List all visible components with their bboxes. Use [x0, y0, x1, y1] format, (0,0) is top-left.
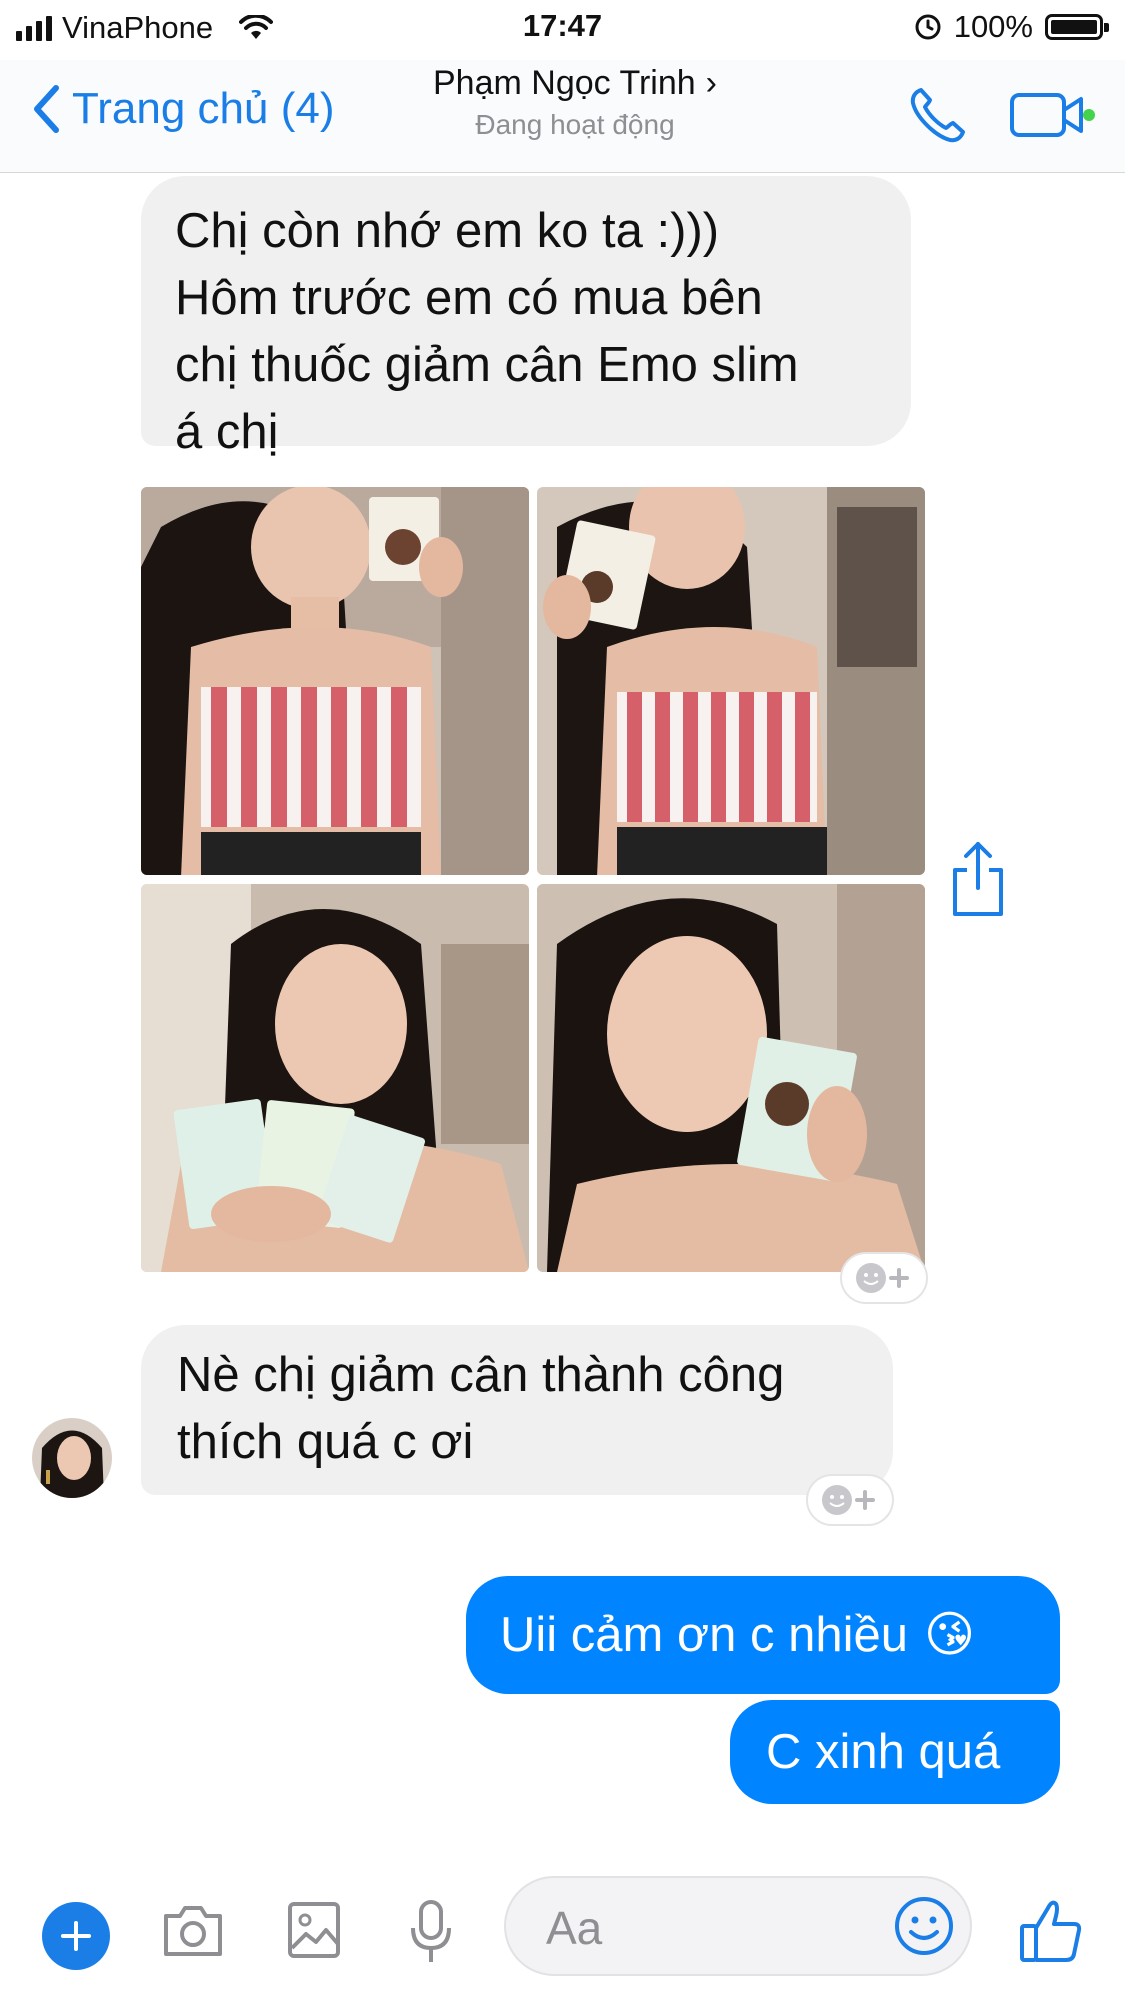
add-reaction-icon [856, 1263, 909, 1293]
camera-icon[interactable] [160, 1902, 226, 1960]
message-text: C xinh quá [766, 1724, 1001, 1779]
active-status-dot [1083, 109, 1095, 121]
alarm-lock-icon [915, 14, 941, 40]
battery-icon [1045, 14, 1109, 40]
contact-name: Phạm Ngọc Trinh [433, 64, 696, 102]
plus-icon [61, 1921, 91, 1951]
contact-status: Đang hoạt động [475, 109, 675, 140]
thumbs-up-icon[interactable] [1018, 1896, 1084, 1964]
status-right: 100% [914, 9, 1109, 45]
more-options-button[interactable] [42, 1902, 110, 1970]
avatar[interactable] [32, 1418, 112, 1498]
add-reaction-button[interactable] [840, 1252, 928, 1304]
emoji-icon[interactable] [892, 1894, 956, 1958]
chevron-right-icon: › [705, 64, 717, 102]
photo-attachment-grid [141, 487, 925, 1273]
gallery-icon[interactable] [286, 1900, 342, 1960]
battery-percent: 100% [953, 9, 1033, 44]
photo-attachment-4[interactable] [537, 884, 925, 1272]
phone-icon[interactable] [907, 84, 969, 146]
back-label: Trang chủ (4) [72, 84, 335, 133]
share-icon[interactable] [947, 840, 1009, 918]
message-text: Uii cảm ơn c nhiều [500, 1607, 908, 1662]
add-reaction-icon [822, 1485, 875, 1515]
video-icon [1010, 93, 1083, 137]
status-bar: VinaPhone 17:47 100% [0, 0, 1125, 60]
message-bubble-incoming[interactable]: Chị còn nhớ em ko ta :))) Hôm trước em c… [141, 176, 911, 459]
message-bubble-outgoing[interactable]: C xinh quá [730, 1700, 1060, 1804]
message-text: Nè chị giảm cân thành công thích quá c ơ… [177, 1348, 785, 1469]
back-button[interactable]: Trang chủ (4) [32, 84, 334, 134]
video-call-button[interactable] [1009, 90, 1095, 140]
photo-attachment-1[interactable] [141, 487, 529, 875]
microphone-icon[interactable] [408, 1898, 454, 1966]
add-reaction-button[interactable] [806, 1474, 894, 1526]
conversation-header: Trang chủ (4) Phạm Ngọc Trinh › Đang hoạt… [0, 60, 1125, 173]
back-chevron-icon [34, 85, 59, 133]
call-actions [907, 84, 1095, 146]
kissing-face-emoji: 😘 [923, 1607, 976, 1662]
message-input[interactable] [544, 1898, 848, 1958]
message-bubble-outgoing[interactable]: Uii cảm ơn c nhiều 😘 [466, 1576, 1060, 1694]
photo-attachment-2[interactable] [537, 487, 925, 875]
message-bubble-incoming[interactable]: Nè chị giảm cân thành công thích quá c ơ… [141, 1325, 893, 1495]
contact-title[interactable]: Phạm Ngọc Trinh › Đang hoạt động [390, 64, 760, 141]
message-text: Chị còn nhớ em ko ta :))) Hôm trước em c… [175, 204, 799, 459]
photo-attachment-3[interactable] [141, 884, 529, 1272]
message-input-box[interactable] [504, 1876, 972, 1976]
